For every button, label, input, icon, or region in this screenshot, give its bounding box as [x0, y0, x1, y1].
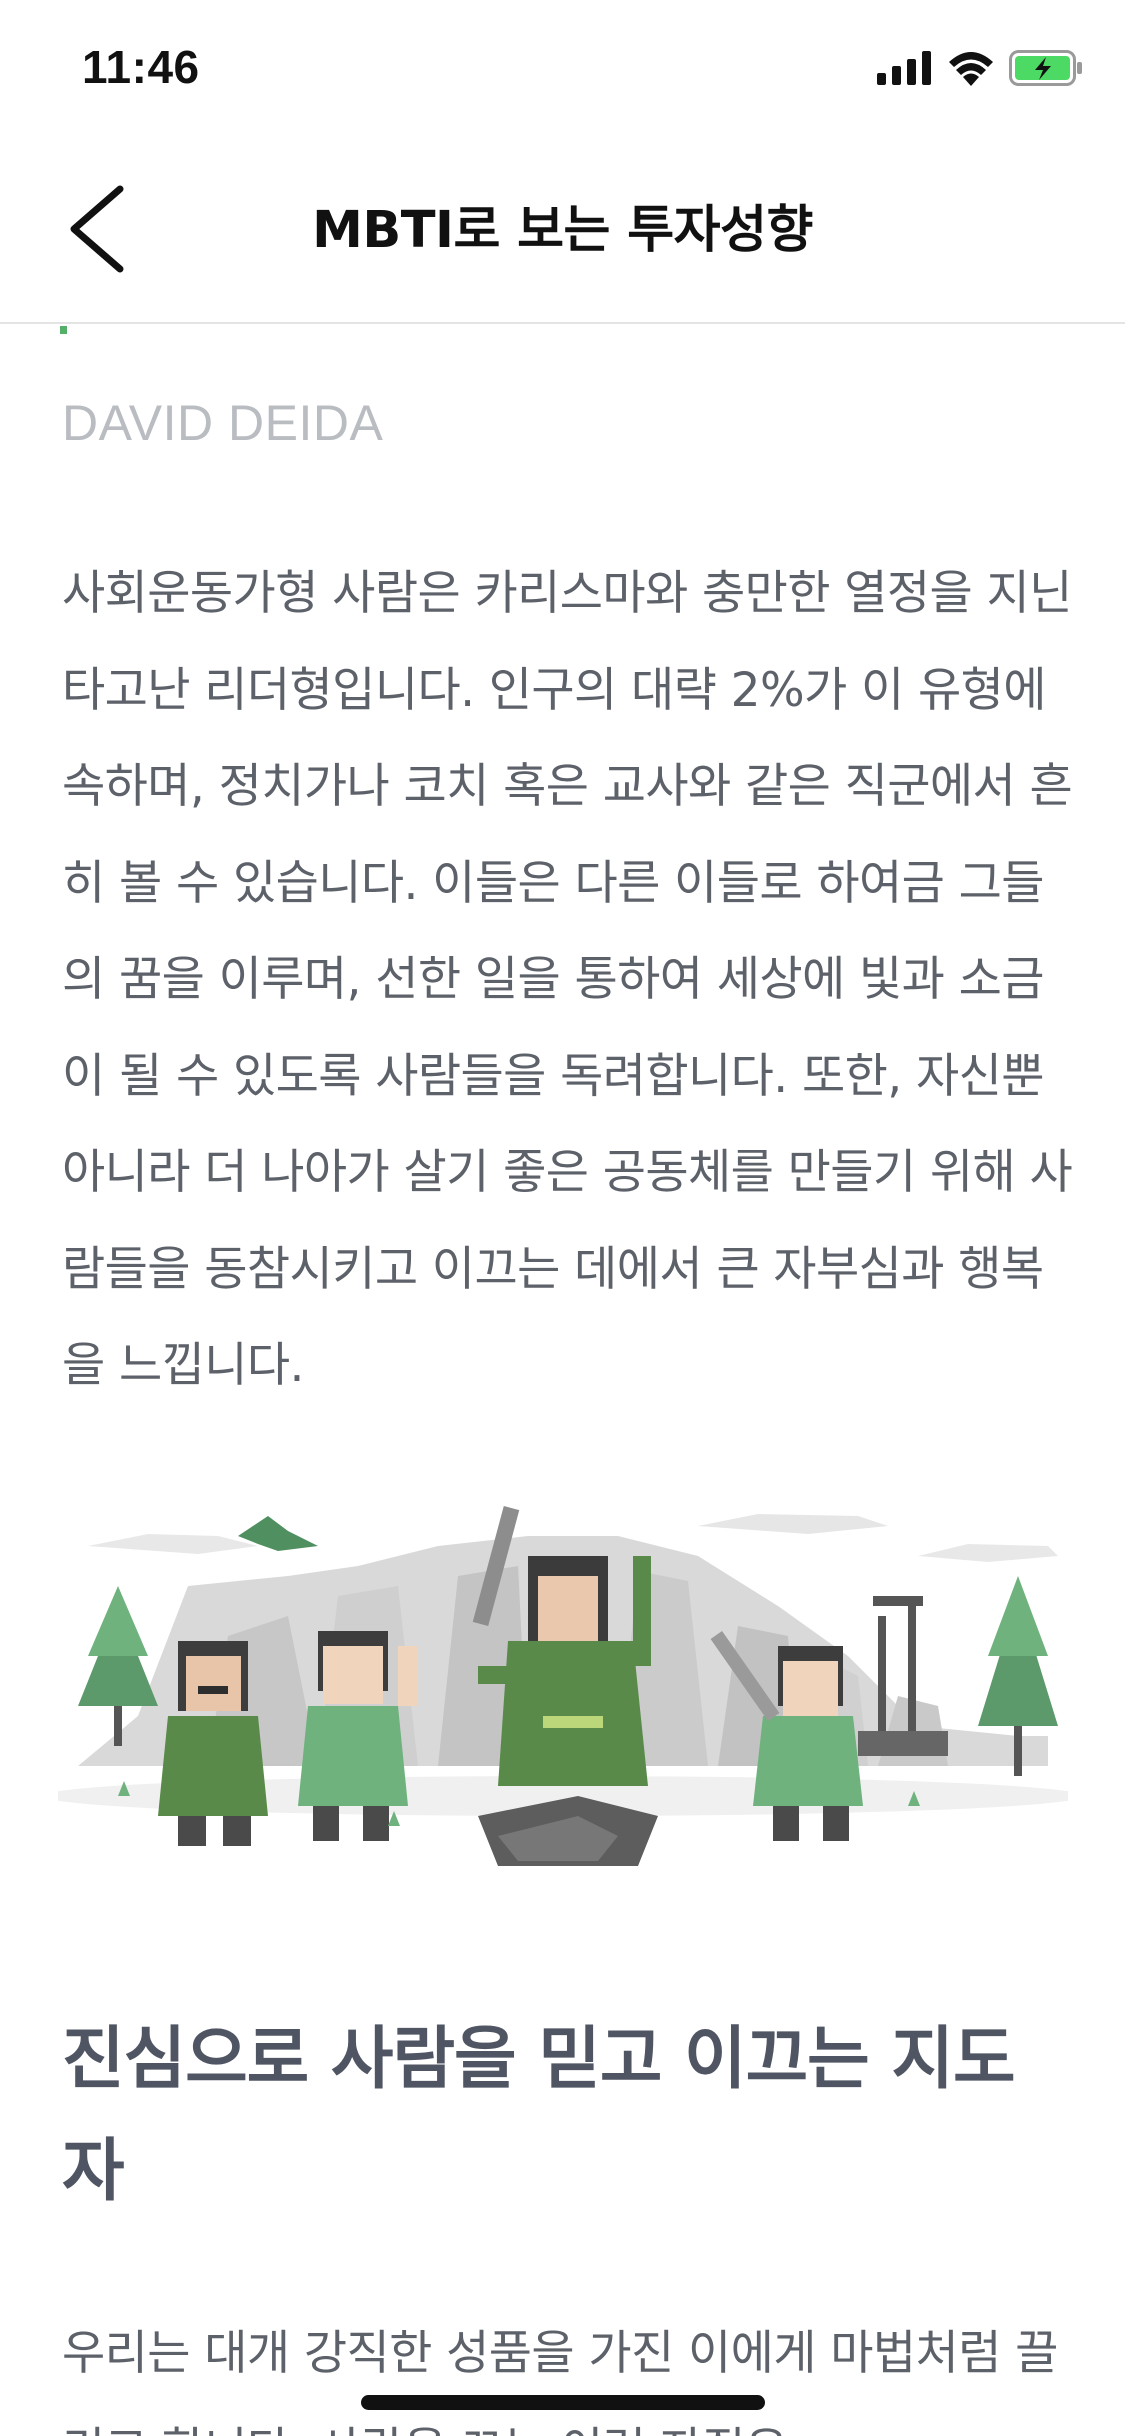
cellular-signal-icon: [877, 51, 931, 85]
nav-bar: MBTI로 보는 투자성향: [0, 136, 1125, 324]
article-content[interactable]: DAVID DEIDA 사회운동가형 사람은 카리스마와 충만한 열정을 지닌 …: [0, 326, 1125, 2436]
battery-charging-icon: [1009, 50, 1082, 86]
status-time: 11:46: [82, 41, 200, 93]
page-title: MBTI로 보는 투자성향: [312, 201, 813, 260]
wifi-icon: [949, 52, 993, 86]
accent-bar: [60, 326, 67, 334]
status-bar: 11:46: [0, 0, 1125, 136]
section-heading: 진심으로 사람을 믿고 이끄는 지도자: [62, 2020, 1016, 2211]
screen: 11:46 MBTI로 보는 투자성향 DAVID DEIDA 사회운동가형 사…: [0, 0, 1125, 2436]
article-author: DAVID DEIDA: [62, 395, 384, 451]
status-icons: [877, 48, 1083, 88]
article-paragraph: 사회운동가형 사람은 카리스마와 충만한 열정을 지닌 타고난 리더형입니다. …: [62, 566, 1073, 1393]
home-indicator[interactable]: [361, 2395, 765, 2410]
article-paragraph-2: 우리는 대개 강직한 성품을 가진 이에게 마법처럼 끌리고 합니다. 사람을 …: [62, 2326, 1058, 2436]
leader-characters-illustration: [58, 1505, 1068, 1866]
